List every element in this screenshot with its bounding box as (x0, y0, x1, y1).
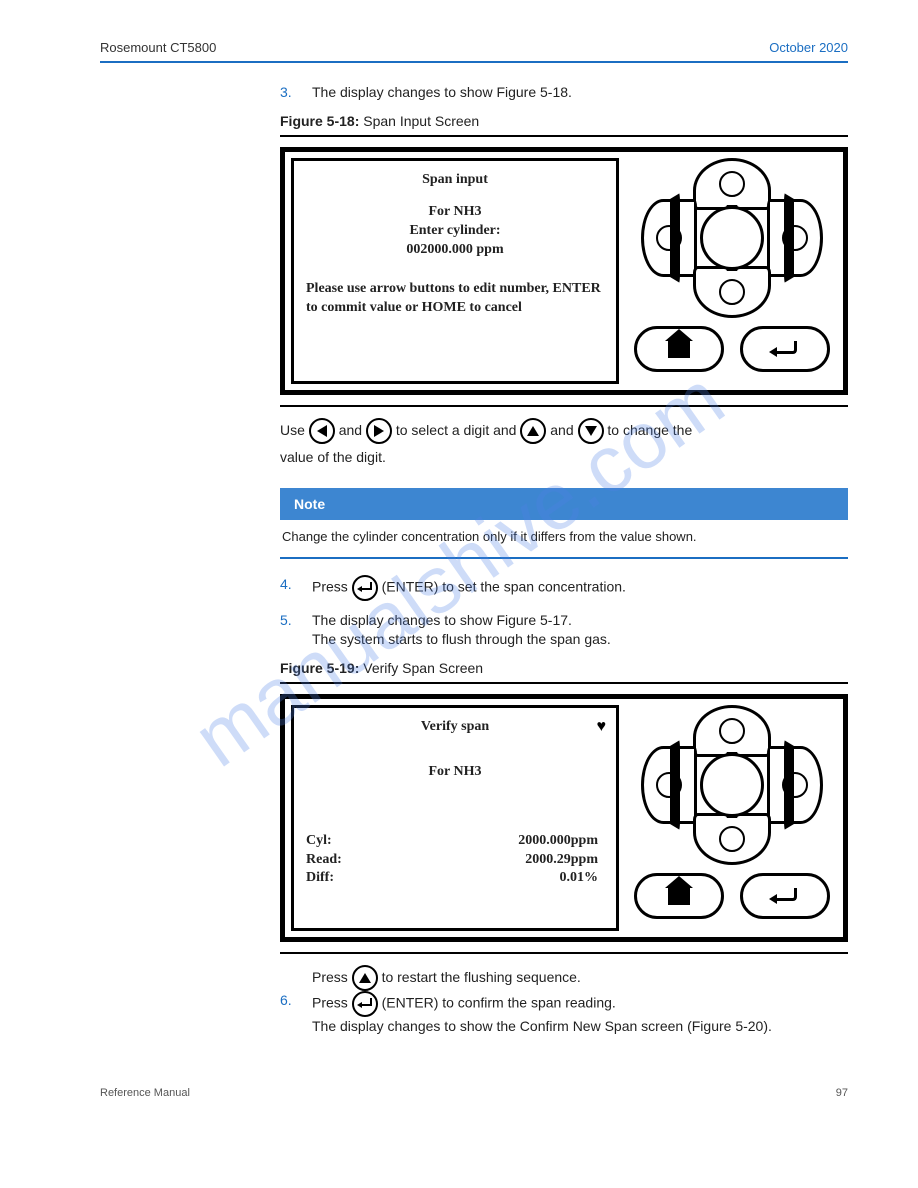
arrow-left-icon (309, 418, 335, 444)
note-title: Note (280, 488, 848, 520)
dpad (637, 705, 827, 865)
page-header: Rosemount CT5800 October 2020 (100, 40, 848, 55)
bottom-buttons (627, 326, 837, 372)
dpad-left[interactable] (641, 199, 697, 277)
dpad (637, 158, 827, 318)
screen-instruction: Please use arrow buttons to edit number,… (306, 280, 604, 318)
step5-restart: Press to restart the flushing sequence. (312, 964, 848, 991)
instr-text: to select a digit and (396, 422, 521, 438)
dpad-right[interactable] (767, 746, 823, 824)
instr-text: to change the (607, 422, 692, 438)
dpad-center[interactable] (700, 753, 764, 817)
arrow-up-icon (520, 418, 546, 444)
figure-rule-top (280, 682, 848, 684)
step-text: Press (ENTER) to set the span concentrat… (312, 575, 626, 601)
arrow-left-icon (656, 225, 682, 251)
header-left: Rosemount CT5800 (100, 40, 216, 55)
arrow-right-icon (782, 772, 808, 798)
device-screen-verify-span: ♥ Verify span For NH3 Cyl: Read: Diff: 2… (291, 705, 619, 931)
device-controls (627, 705, 837, 931)
footer-left: Reference Manual (100, 1087, 190, 1099)
bottom-buttons (627, 873, 837, 919)
step-number: 3. (280, 83, 298, 103)
arrow-up-icon (719, 718, 745, 744)
screen-title: Verify span (306, 718, 604, 737)
arrow-right-icon (782, 225, 808, 251)
enter-icon (771, 888, 799, 904)
screen-title: Span input (306, 171, 604, 190)
step-text: Press (ENTER) to confirm the span readin… (312, 991, 772, 1037)
enter-button[interactable] (740, 326, 830, 372)
instr-text: Use (280, 422, 309, 438)
arrow-left-icon (656, 772, 682, 798)
device-simulation-1: Span input For NH3 Enter cylinder: 00200… (280, 147, 848, 395)
cyl-value: 2000.000ppm (518, 832, 598, 851)
arrow-down-icon (719, 826, 745, 852)
arrow-down-icon (578, 418, 604, 444)
arrow-down-icon (719, 279, 745, 305)
screen-value: 002000.000 ppm (306, 241, 604, 260)
device-controls (627, 158, 837, 384)
home-button[interactable] (634, 873, 724, 919)
enter-icon (352, 991, 378, 1017)
step-6: 6. Press (ENTER) to confirm the span rea… (280, 991, 848, 1037)
header-right: October 2020 (769, 40, 848, 55)
cyl-label: Cyl: (306, 832, 342, 851)
step-text: The display changes to show Figure 5-18. (312, 83, 572, 103)
footer-right: 97 (836, 1087, 848, 1099)
dpad-center[interactable] (700, 206, 764, 270)
figure-1-caption: Figure 5-18: Span Input Screen (280, 113, 848, 129)
read-label: Read: (306, 851, 342, 870)
screen-for: For NH3 (306, 203, 604, 222)
diff-value: 0.01% (518, 869, 598, 888)
figure-caption-text: Span Input Screen (363, 113, 479, 129)
dpad-up[interactable] (693, 158, 771, 210)
home-icon (668, 887, 690, 905)
device-screen-span-input: Span input For NH3 Enter cylinder: 00200… (291, 158, 619, 384)
instr-text: and (550, 422, 577, 438)
heart-icon: ♥ (597, 716, 607, 738)
figure-number: Figure 5-18: (280, 113, 359, 129)
diff-label: Diff: (306, 869, 342, 888)
step-text: The display changes to show Figure 5-17.… (312, 611, 611, 650)
page-footer: Reference Manual 97 (100, 1087, 848, 1099)
screen-enter-label: Enter cylinder: (306, 222, 604, 241)
data-rows: Cyl: Read: Diff: 2000.000ppm 2000.29ppm … (306, 832, 604, 889)
dpad-up[interactable] (693, 705, 771, 757)
device-simulation-2: ♥ Verify span For NH3 Cyl: Read: Diff: 2… (280, 694, 848, 942)
enter-icon (352, 575, 378, 601)
instr-text: and (339, 422, 366, 438)
step-number: 6. (280, 991, 298, 1037)
figure-rule-top (280, 135, 848, 137)
home-icon (668, 340, 690, 358)
figure-rule-bottom (280, 952, 848, 954)
figure-rule-bottom (280, 405, 848, 407)
arrow-up-icon (719, 171, 745, 197)
dpad-down[interactable] (693, 266, 771, 318)
figure-2-caption: Figure 5-19: Verify Span Screen (280, 660, 848, 676)
arrow-up-icon (352, 965, 378, 991)
read-value: 2000.29ppm (518, 851, 598, 870)
step-number: 4. (280, 575, 298, 601)
figure-caption-text: Verify Span Screen (363, 660, 483, 676)
enter-icon (771, 341, 799, 357)
header-rule (100, 61, 848, 63)
step-3: 3. The display changes to show Figure 5-… (280, 83, 848, 103)
dpad-right[interactable] (767, 199, 823, 277)
dpad-down[interactable] (693, 813, 771, 865)
home-button[interactable] (634, 326, 724, 372)
instr-text: value of the digit. (280, 444, 848, 471)
figure-number: Figure 5-19: (280, 660, 359, 676)
note-text: Change the cylinder concentration only i… (280, 518, 848, 558)
step-number: 5. (280, 611, 298, 650)
dpad-left[interactable] (641, 746, 697, 824)
enter-button[interactable] (740, 873, 830, 919)
screen-for: For NH3 (306, 763, 604, 782)
arrow-right-icon (366, 418, 392, 444)
step-5: 5. The display changes to show Figure 5-… (280, 611, 848, 650)
arrow-instruction: Use and to select a digit and and to cha… (280, 417, 848, 471)
step-4: 4. Press (ENTER) to set the span concent… (280, 575, 848, 601)
